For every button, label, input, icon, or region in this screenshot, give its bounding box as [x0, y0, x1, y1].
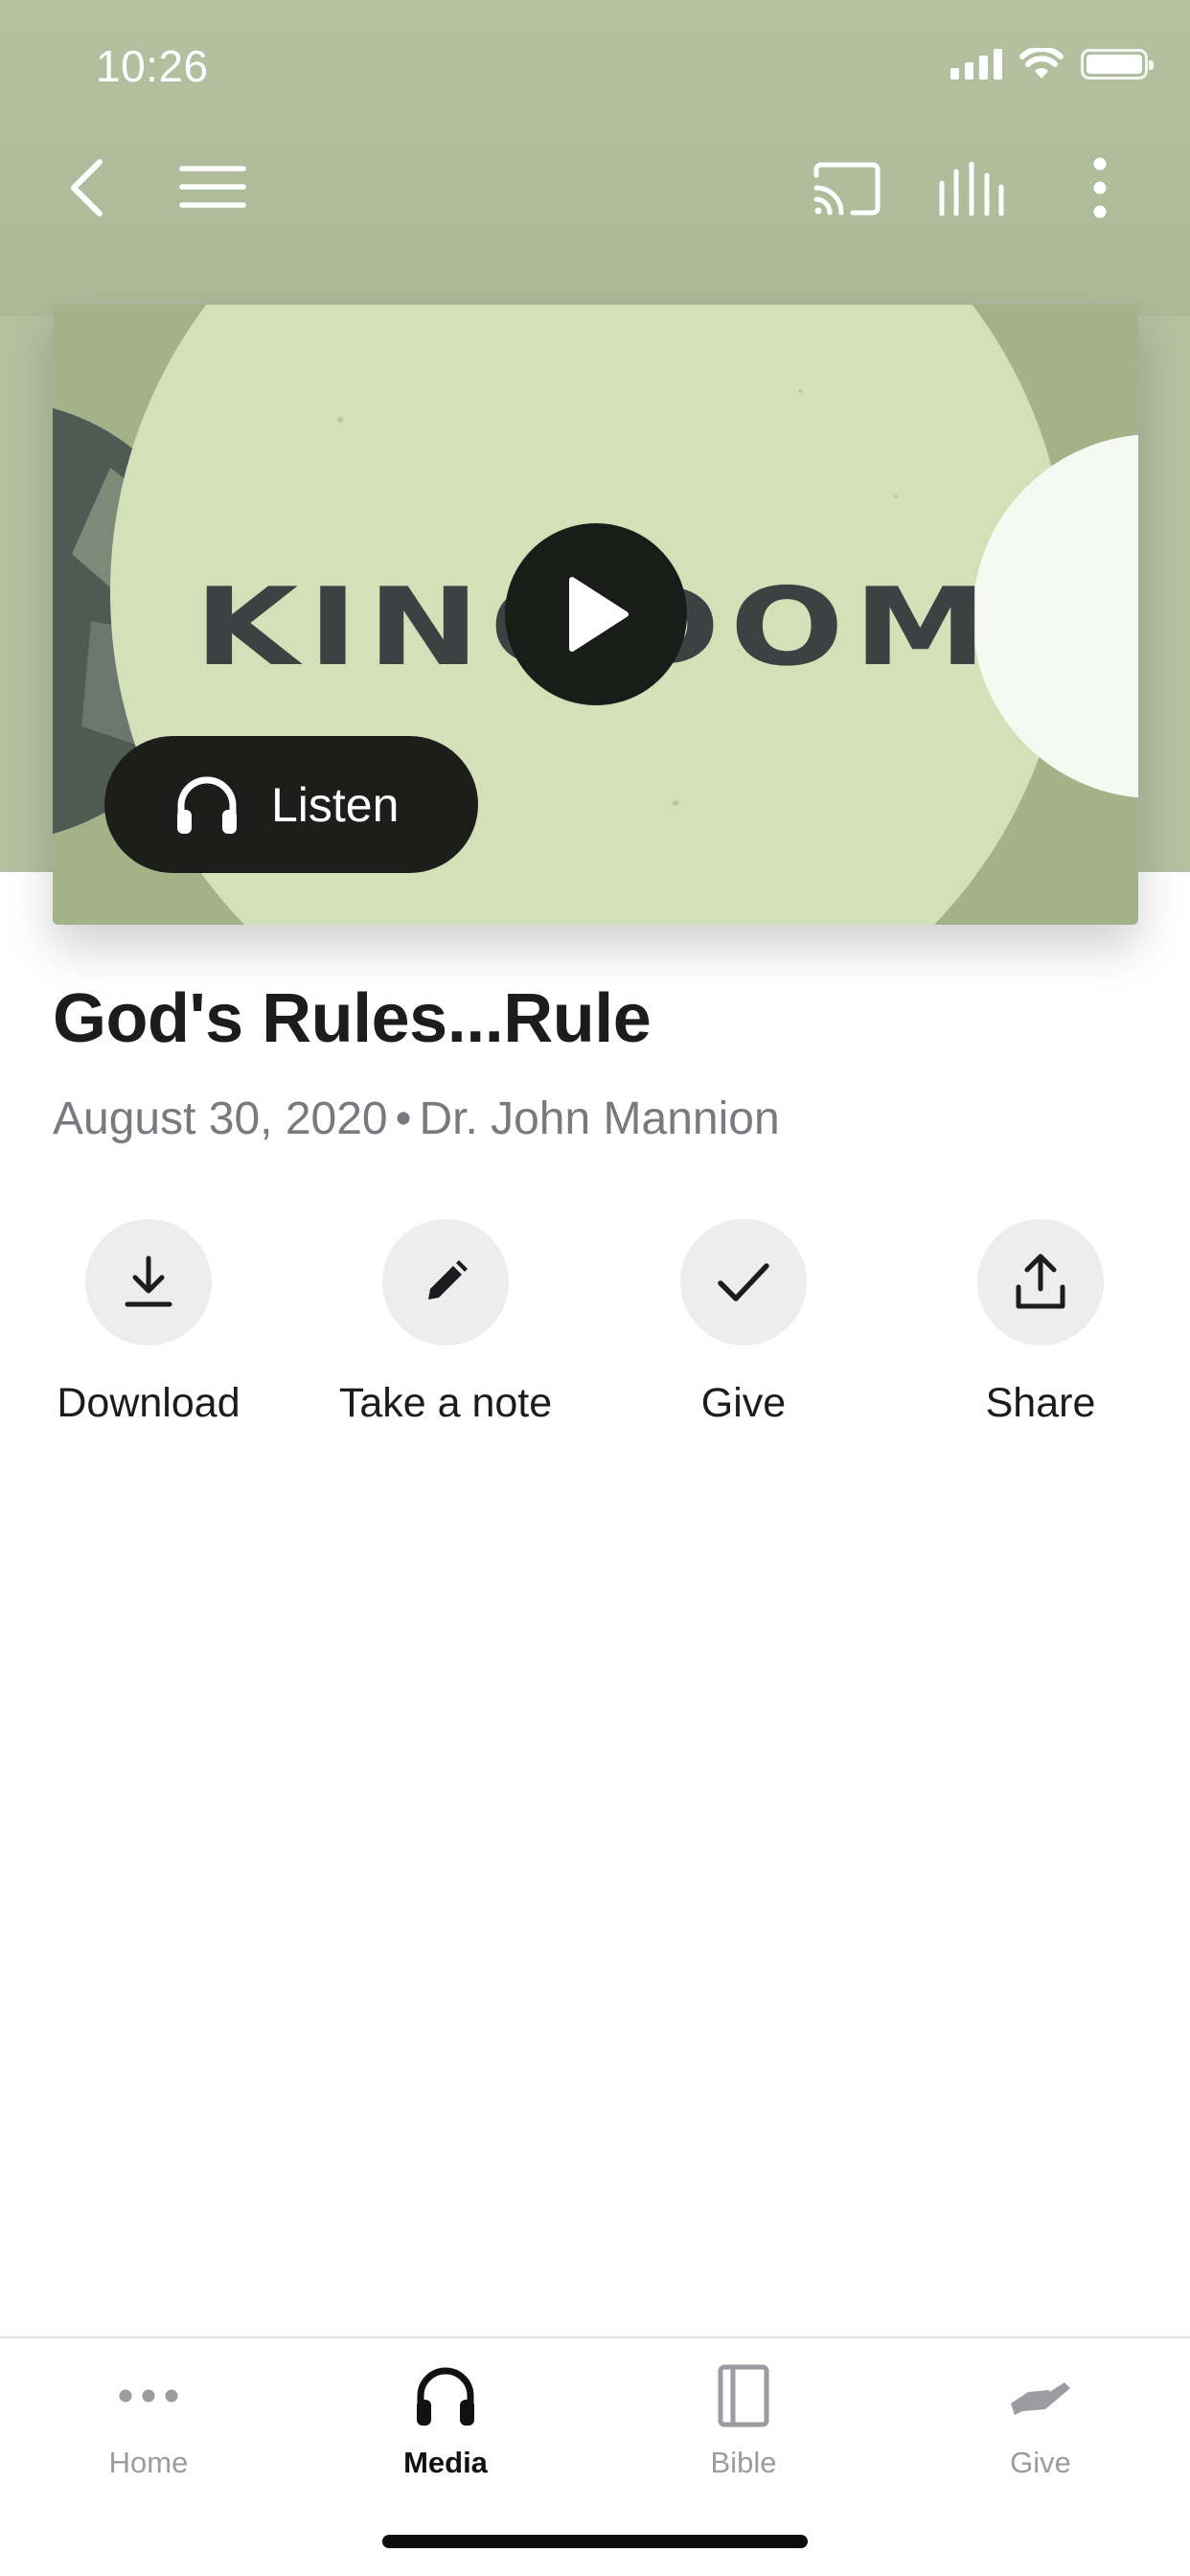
download-circle[interactable] [85, 1219, 212, 1346]
share-circle[interactable] [977, 1219, 1104, 1346]
cast-icon [813, 162, 881, 216]
sermon-speaker: Dr. John Mannion [419, 1093, 780, 1144]
giving-hand-icon [1009, 2358, 1072, 2434]
equalizer-button[interactable] [935, 158, 1008, 219]
status-icons [950, 48, 1154, 80]
give-action-label: Give [700, 1380, 787, 1426]
take-note-button[interactable]: Take a note [297, 1219, 594, 1427]
tab-give-label: Give [1010, 2446, 1071, 2479]
back-icon [71, 159, 103, 217]
wifi-icon [1019, 48, 1064, 79]
give-action-button[interactable]: Give [595, 1219, 892, 1427]
meta-separator: • [395, 1093, 412, 1144]
cellular-signal-icon [950, 49, 1002, 80]
take-note-circle[interactable] [382, 1219, 509, 1346]
media-artwork-card[interactable]: KINGDOM Listen [53, 305, 1138, 925]
more-options-button[interactable] [1083, 153, 1117, 222]
download-button[interactable]: Download [0, 1219, 297, 1427]
give-action-circle[interactable] [680, 1219, 807, 1346]
tab-home-label: Home [108, 2446, 189, 2479]
sermon-meta: August 30, 2020 • Dr. John Mannion [53, 1092, 780, 1145]
checkmark-icon [718, 1263, 769, 1301]
ellipsis-icon [118, 2358, 179, 2434]
sermon-title: God's Rules...Rule [53, 980, 652, 1057]
status-time: 10:26 [96, 41, 209, 91]
take-note-label: Take a note [338, 1380, 553, 1426]
tab-bible-label: Bible [710, 2446, 777, 2479]
share-icon [1016, 1254, 1065, 1309]
sermon-detail-screen: 10:26 Listen God's Rules...Rule August 3… [0, 0, 1190, 2576]
tab-media-label: Media [403, 2446, 488, 2479]
pencil-icon [428, 1260, 468, 1300]
action-row: Download Take a note Give Share [0, 1219, 1190, 1449]
tab-bible[interactable]: Bible [595, 2358, 892, 2480]
equalizer-icon [939, 162, 1004, 216]
book-icon [718, 2358, 769, 2434]
home-indicator[interactable] [382, 2535, 808, 2548]
sermon-date: August 30, 2020 [53, 1093, 388, 1144]
listen-button[interactable]: Listen [104, 736, 478, 873]
more-vertical-icon [1093, 157, 1107, 218]
share-button[interactable]: Share [892, 1219, 1189, 1427]
share-label: Share [985, 1380, 1096, 1426]
play-icon [569, 577, 629, 652]
tab-home[interactable]: Home [0, 2358, 297, 2480]
play-button[interactable] [505, 523, 687, 705]
menu-button[interactable] [178, 158, 247, 216]
tab-media[interactable]: Media [297, 2358, 594, 2480]
headphones-icon [177, 776, 237, 834]
tab-give[interactable]: Give [892, 2358, 1189, 2480]
menu-icon [179, 166, 246, 208]
headphones-icon [415, 2358, 476, 2434]
cast-button[interactable] [811, 158, 883, 219]
download-icon [125, 1255, 172, 1307]
listen-label: Listen [271, 777, 400, 832]
download-label: Download [57, 1380, 240, 1426]
back-button[interactable] [57, 153, 115, 222]
battery-icon [1081, 49, 1154, 80]
